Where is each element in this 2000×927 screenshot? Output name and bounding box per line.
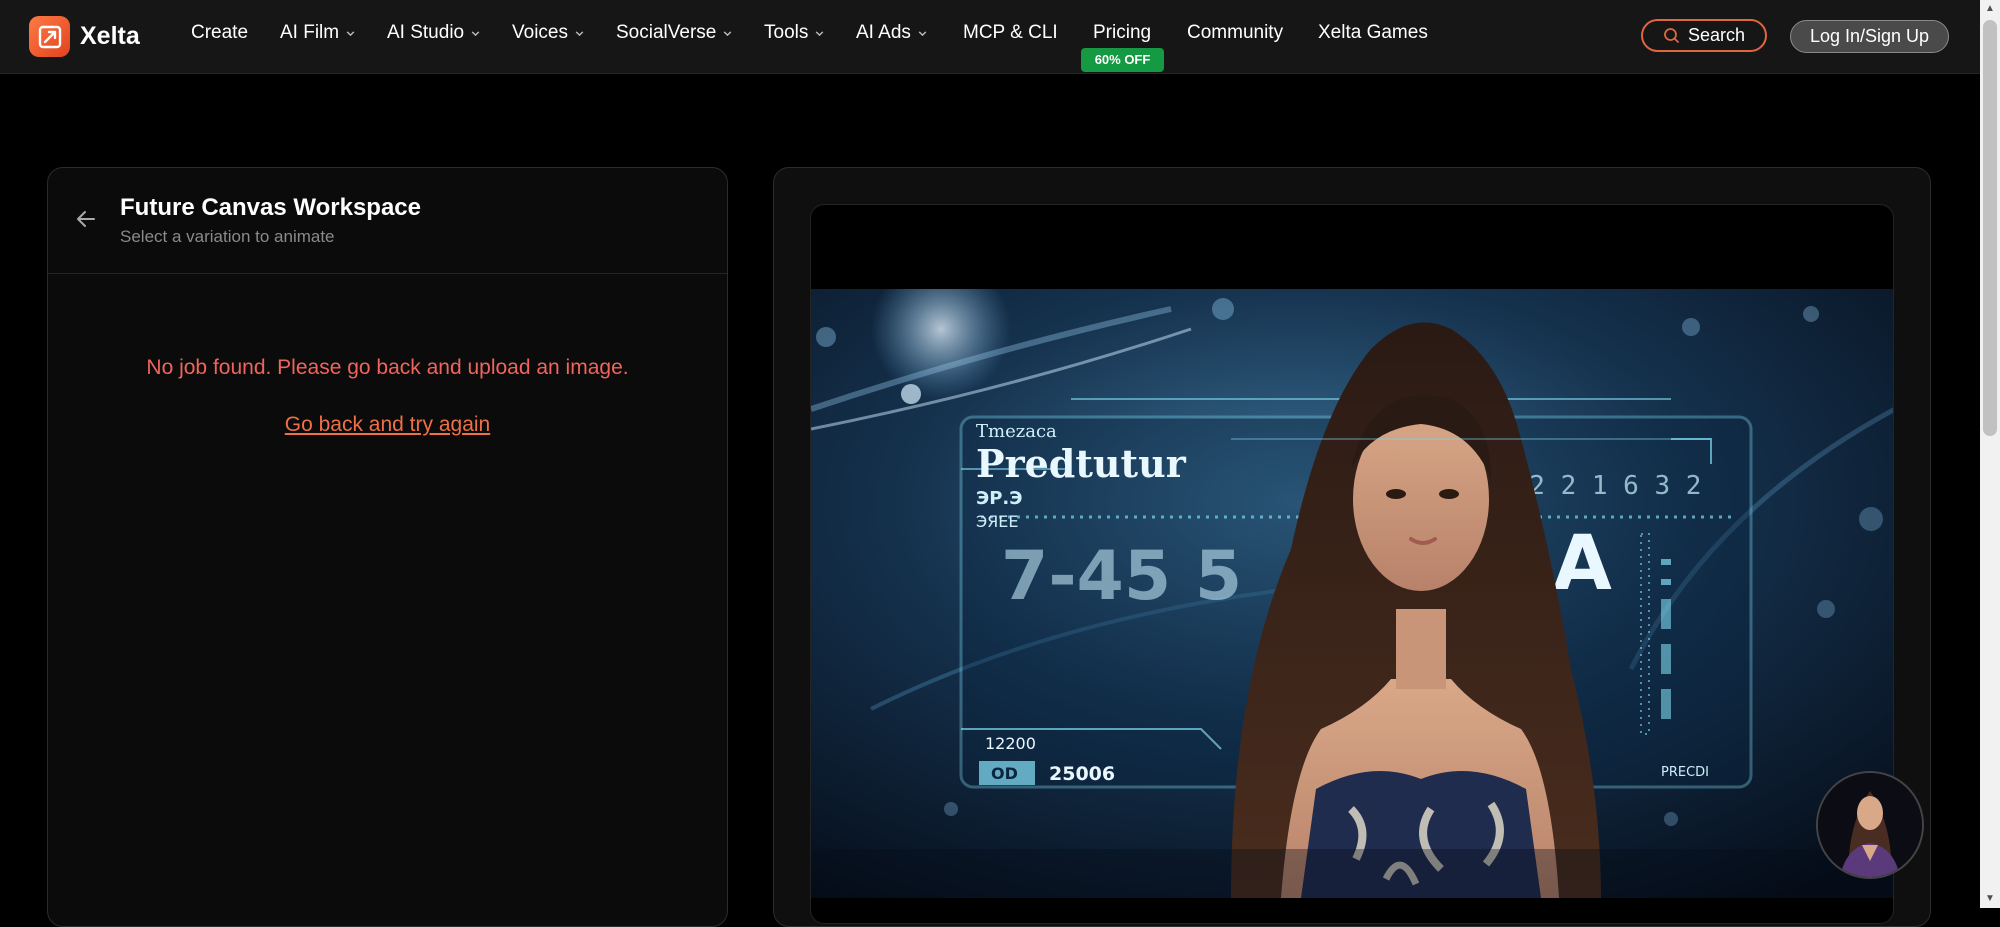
login-signup-label: Log In/Sign Up <box>1809 26 1930 46</box>
nav-item-tools[interactable]: Tools <box>764 22 825 44</box>
nav-item-pricing[interactable]: Pricing <box>1093 22 1151 44</box>
back-arrow-icon[interactable] <box>74 207 98 231</box>
top-navigation-bar: Xelta Create AI Film AI Studio Voices So… <box>0 0 1980 74</box>
nav-label: MCP & CLI <box>963 22 1058 43</box>
assistant-avatar-button[interactable] <box>1816 771 1924 879</box>
search-icon <box>1664 28 1679 43</box>
hud-code1-text: ЭР.Э <box>976 488 1022 509</box>
pricing-discount-badge: 60% OFF <box>1081 48 1164 72</box>
nav-label: Voices <box>512 22 568 43</box>
hud-side-label: PRECDI <box>1661 765 1709 780</box>
brand-logo[interactable]: Xelta <box>29 16 140 57</box>
workspace-header: Future Canvas Workspace Select a variati… <box>48 168 727 274</box>
nav-item-ai-film[interactable]: AI Film <box>280 22 356 44</box>
nav-label: Create <box>191 22 249 43</box>
scroll-down-arrow-icon[interactable]: ▼ <box>1985 894 1995 904</box>
hud-letter: A <box>1553 518 1612 607</box>
chevron-down-icon <box>346 30 355 36</box>
hud-small-text: Tmezaca <box>976 421 1057 442</box>
login-signup-button[interactable]: Log In/Sign Up <box>1790 20 1949 53</box>
preview-image: Tmezaca Predtutur ЭР.Э ЭЯЕЕ 3173 2 2 1 6… <box>811 289 1893 898</box>
chevron-down-icon <box>471 30 480 36</box>
nav-label: Community <box>1187 22 1284 43</box>
nav-label: AI Studio <box>387 22 465 43</box>
nav-label: SocialVerse <box>616 22 717 43</box>
workspace-title: Future Canvas Workspace <box>120 194 421 221</box>
nav-label: Xelta Games <box>1318 22 1428 43</box>
page-scrollbar[interactable]: ▲ ▼ <box>1980 0 2000 908</box>
hud-code2-text: ЭЯЕЕ <box>976 512 1019 531</box>
nav-label: Tools <box>764 22 809 43</box>
nav-label: Pricing <box>1093 22 1152 43</box>
search-button[interactable]: Search <box>1641 19 1767 52</box>
nav-item-socialverse[interactable]: SocialVerse <box>616 22 733 44</box>
nav-item-mcp-cli[interactable]: MCP & CLI <box>963 22 1058 44</box>
scroll-up-arrow-icon[interactable]: ▲ <box>1985 4 1995 14</box>
scrollbar-thumb[interactable] <box>1983 20 1997 436</box>
assistant-avatar-icon <box>1818 773 1922 877</box>
hud-bottom-box: OD <box>991 764 1018 783</box>
go-back-link[interactable]: Go back and try again <box>285 413 490 436</box>
nav-item-voices[interactable]: Voices <box>512 22 585 44</box>
chevron-down-icon <box>724 30 732 36</box>
retry-link-row: Go back and try again <box>48 413 727 437</box>
nav-label: AI Ads <box>856 22 911 43</box>
nav-item-xelta-games[interactable]: Xelta Games <box>1318 22 1428 44</box>
workspace-subtitle: Select a variation to animate <box>120 227 335 246</box>
preview-panel: Tmezaca Predtutur ЭР.Э ЭЯЕЕ 3173 2 2 1 6… <box>773 167 1931 927</box>
hud-big-number: 7-45 5 <box>1001 537 1242 616</box>
nav-item-ai-ads[interactable]: AI Ads <box>856 22 928 44</box>
chevron-down-icon <box>918 30 927 36</box>
nav-label: AI Film <box>280 22 340 43</box>
nav-item-ai-studio[interactable]: AI Studio <box>387 22 481 44</box>
nav-item-community[interactable]: Community <box>1187 22 1283 44</box>
xelta-logo-icon <box>29 16 70 57</box>
error-message: No job found. Please go back and upload … <box>146 356 629 379</box>
hud-title-text: Predtutur <box>976 441 1187 486</box>
brand-name: Xelta <box>80 22 140 50</box>
nav-item-create[interactable]: Create <box>191 22 248 44</box>
workspace-panel: Future Canvas Workspace Select a variati… <box>47 167 728 927</box>
preview-frame: Tmezaca Predtutur ЭР.Э ЭЯЕЕ 3173 2 2 1 6… <box>810 204 1894 924</box>
hud-bottom-number1: 12200 <box>985 734 1036 753</box>
chevron-down-icon <box>575 30 584 36</box>
chevron-down-icon <box>816 30 824 36</box>
search-button-label: Search <box>1687 25 1746 45</box>
hud-bottom-number2: 25006 <box>1049 763 1115 785</box>
